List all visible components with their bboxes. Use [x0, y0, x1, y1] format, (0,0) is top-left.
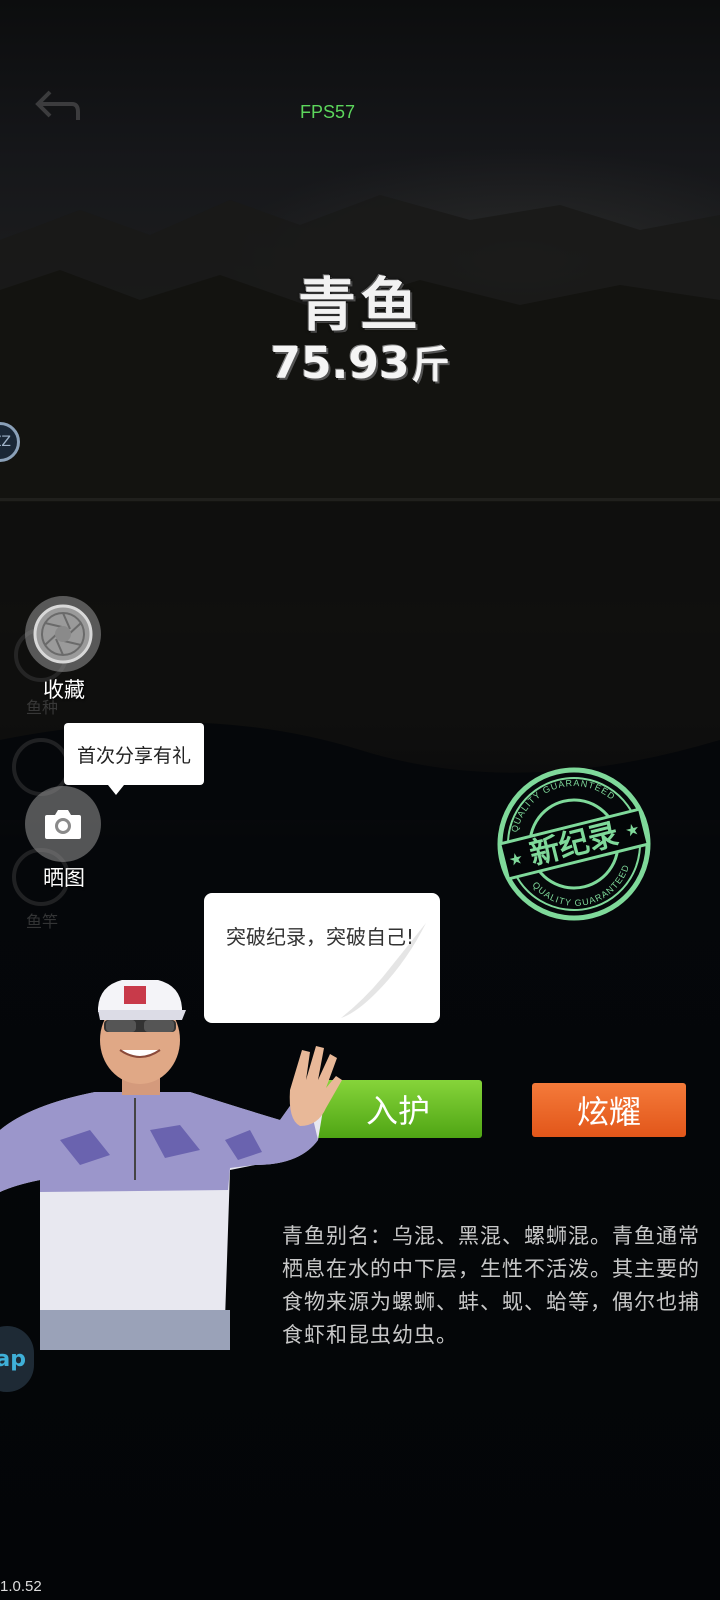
version-label: 1.0.52	[0, 1578, 42, 1595]
collect-button[interactable]	[25, 596, 101, 672]
share-button[interactable]	[25, 786, 101, 862]
fish-name: 青鱼	[297, 271, 422, 339]
fps-counter: FPS57	[300, 102, 356, 122]
share-label: 晒图	[43, 866, 85, 890]
weight-unit: 斤	[411, 343, 450, 387]
fish-description: 青鱼别名：乌混、黑混、螺蛳混。青鱼通常栖息在水的中下层，生性不活泼。其主要的食物…	[282, 1224, 700, 1347]
show-off-button[interactable]: 炫耀	[532, 1083, 686, 1137]
fish-weight: 75.93斤	[0, 334, 720, 389]
camera-icon	[45, 810, 81, 839]
share-tip-bubble: 首次分享有礼	[64, 723, 204, 795]
ghost-label-2: 鱼竿	[26, 912, 59, 931]
fish-splash-decoration	[341, 923, 426, 1018]
weight-value: 75.93	[270, 338, 410, 389]
aperture-icon	[33, 604, 93, 664]
back-arrow-icon[interactable]	[32, 86, 82, 126]
collect-label: 收藏	[43, 678, 85, 702]
